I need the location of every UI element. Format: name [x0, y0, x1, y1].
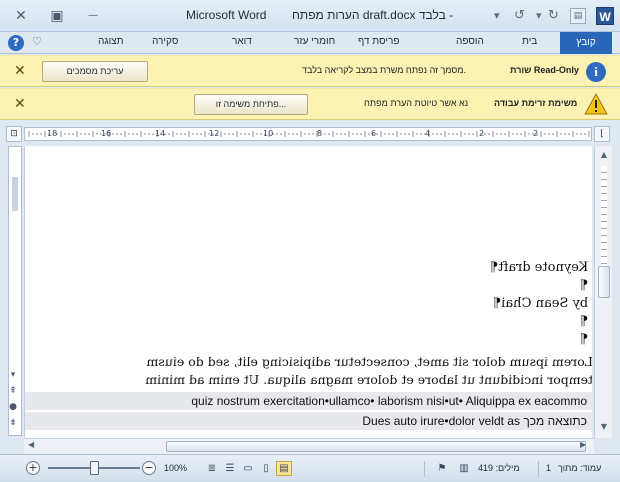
outline-view-icon[interactable]: ☰	[222, 461, 238, 476]
zoom-level[interactable]: 100%	[164, 463, 187, 473]
doc-line: ¶	[579, 332, 588, 347]
ruler-number: 18	[47, 129, 58, 138]
open-task-button[interactable]: פתיחת משימה זו...	[194, 94, 308, 115]
doc-paragraph-line: Lorem ipsum dolor sit amet, consectetur …	[146, 354, 592, 369]
ruler-number: 2	[533, 129, 539, 138]
readonly-mode-label: שורת Read-Only	[510, 65, 579, 75]
status-separator	[424, 461, 425, 477]
zoom-slider-thumb[interactable]	[90, 461, 99, 475]
hscroll-thumb[interactable]	[166, 441, 586, 452]
ribbon-minimize-icon[interactable]: ♡	[32, 35, 42, 48]
title-bar: ✕ ▣ — Microsoft Word הערות מפתח draft.do…	[0, 0, 620, 32]
ribbon-tabs: ? ♡ קובץ בית הוספה פריסת דף חומרי עזר דו…	[0, 32, 620, 54]
restore-button[interactable]: ▣	[46, 6, 68, 26]
scroll-thumb[interactable]	[598, 266, 610, 298]
highlighted-line: Dues auto irure•dolor veldt as כתוצאה מכ…	[25, 412, 592, 430]
view-ruler-icon[interactable]: ⊡	[6, 126, 22, 142]
select-browse-object-icon[interactable]: ●	[6, 402, 20, 414]
close-button[interactable]: ✕	[10, 6, 32, 26]
info-icon: i	[586, 62, 606, 82]
scroll-up-arrow-icon[interactable]: ▲	[595, 148, 613, 162]
page-number: 1	[546, 463, 552, 473]
workflow-message-bar: ✕ פתיחת משימה זו... נא אשר טיוטת הערת מפ…	[0, 88, 620, 120]
document-page[interactable]: Keynote draft¶ ¶ by Sean Chai¶ ¶ ¶ Lorem…	[24, 146, 592, 438]
readonly-message: מסמך זה נפתח משרת במצב לקריאה בלבד.	[302, 65, 467, 75]
word-count[interactable]: מילים: 419	[478, 463, 520, 473]
tab-page-layout[interactable]: פריסת דף	[358, 36, 399, 47]
workflow-message: נא אשר טיוטת הערת מפתח	[364, 98, 469, 108]
tab-stop-icon[interactable]: ⌊	[594, 126, 610, 142]
undo-icon[interactable]: ↺	[514, 7, 525, 25]
proofing-icon[interactable]: ▥	[456, 461, 472, 476]
draft-view-icon[interactable]: ≣	[204, 461, 220, 476]
previous-page-icon[interactable]: ⇞	[6, 386, 20, 398]
scroll-down-arrow-icon[interactable]: ▼	[595, 420, 613, 434]
minimize-button[interactable]: —	[82, 6, 104, 26]
readonly-message-bar: ✕ עריכת מסמכים מסמך זה נפתח משרת במצב לק…	[0, 55, 620, 87]
next-page-icon[interactable]: ⇟	[6, 418, 20, 430]
doc-paragraph-line: tempor incididunt ut labore et dolore ma…	[145, 372, 592, 387]
app-name: Microsoft Word	[186, 8, 267, 22]
word-logo-icon: W	[596, 7, 614, 25]
ruler-number: 8	[317, 129, 323, 138]
edit-document-button[interactable]: עריכת מסמכים	[42, 61, 148, 82]
workflow-title: משימת זרימת עבודה	[494, 98, 578, 108]
help-icon[interactable]: ?	[8, 35, 24, 51]
word-window: ✕ ▣ — Microsoft Word הערות מפתח draft.do…	[0, 0, 620, 482]
ruler-number: 10	[263, 129, 274, 138]
tab-review[interactable]: סקירה	[152, 36, 178, 47]
horizontal-scrollbar[interactable]: ◀ ▶	[24, 438, 594, 454]
web-layout-icon[interactable]: ▭	[240, 461, 256, 476]
ruler-number: 4	[425, 129, 431, 138]
qat-customize-icon[interactable]: ▾	[494, 7, 500, 25]
doc-line: by Sean Chai¶	[492, 296, 588, 311]
tab-mailings[interactable]: דואר	[232, 36, 252, 47]
ruler-number: 16	[101, 129, 112, 138]
redo-dropdown-icon[interactable]: ▾	[536, 7, 542, 25]
document-title: הערות מפתח draft.docx בלבד -	[292, 8, 454, 22]
scroll-track-marks	[601, 166, 607, 266]
vertical-scrollbar[interactable]: ▲ ▼	[594, 146, 612, 438]
warning-icon	[584, 93, 608, 115]
highlighted-line: quiz nostrum exercitation•ullamco• labor…	[25, 392, 592, 410]
save-icon[interactable]: ▤	[570, 8, 586, 24]
horizontal-ruler: ⊡ 18 16 14 12 10 8 6 4 2 2 ⌊	[0, 122, 620, 146]
tab-home[interactable]: בית	[522, 36, 537, 47]
tab-insert[interactable]: הוספה	[456, 36, 484, 47]
doc-line: ¶	[579, 314, 588, 329]
ruler-number: 2	[479, 129, 485, 138]
ruler-strip[interactable]: 18 16 14 12 10 8 6 4 2 2	[24, 127, 592, 141]
tab-file[interactable]: קובץ	[560, 32, 612, 54]
zoom-out-button[interactable]: −	[142, 461, 156, 475]
page-indicator[interactable]: עמוד: מתוך	[558, 463, 601, 473]
print-layout-icon[interactable]: ▤	[276, 461, 292, 476]
doc-line: ¶	[579, 278, 588, 293]
doc-line: Keynote draft¶	[489, 260, 588, 275]
scroll-left-arrow-icon[interactable]: ◀	[28, 440, 34, 449]
language-icon[interactable]: ⚑	[434, 461, 450, 476]
ruler-number: 14	[155, 129, 166, 138]
status-bar: + − 100% ≣ ☰ ▭ ▯ ▤ ⚑ ▥ מילים: 419 1 עמוד…	[0, 454, 620, 482]
zoom-in-button[interactable]: +	[26, 461, 40, 475]
redo-icon[interactable]: ↻	[548, 7, 559, 25]
vruler-margin	[12, 177, 18, 211]
tab-view[interactable]: תצוגה	[98, 36, 124, 47]
close-icon[interactable]: ✕	[14, 63, 26, 79]
scroll-up-icon[interactable]: ▾	[6, 370, 20, 382]
ruler-number: 12	[209, 129, 220, 138]
ruler-number: 6	[371, 129, 377, 138]
full-screen-reading-icon[interactable]: ▯	[258, 461, 274, 476]
status-separator	[538, 461, 539, 477]
scroll-right-arrow-icon[interactable]: ▶	[580, 440, 586, 449]
close-icon[interactable]: ✕	[14, 96, 26, 112]
tab-references[interactable]: חומרי עזר	[294, 36, 335, 47]
